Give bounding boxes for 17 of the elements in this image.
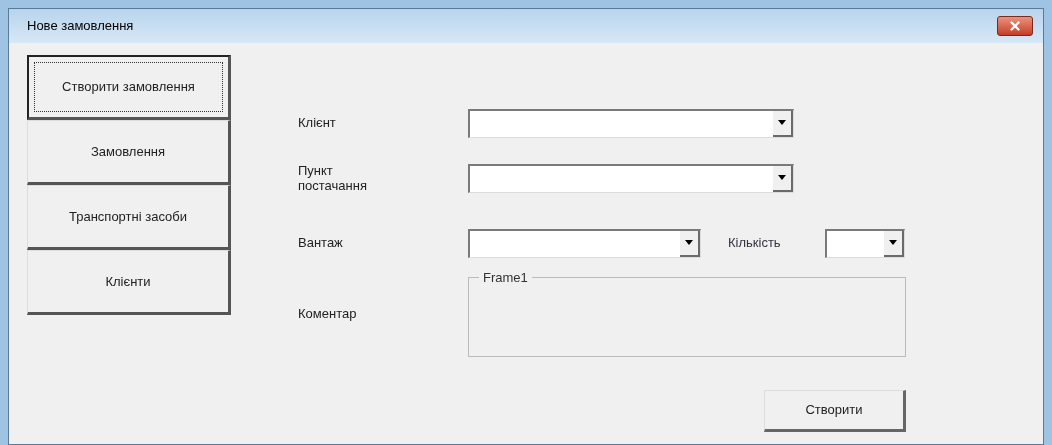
nav-button[interactable]: Транспортні засоби xyxy=(27,185,231,250)
field-label: Кількість xyxy=(728,234,782,253)
field-label: Пункт постачання xyxy=(298,163,368,193)
dropdown-field[interactable] xyxy=(468,108,794,138)
dropdown-field[interactable] xyxy=(468,228,701,258)
nav-button[interactable]: Замовлення xyxy=(27,120,231,185)
close-icon xyxy=(1008,19,1022,33)
nav-button[interactable]: Клієнти xyxy=(27,250,231,315)
field-label: Вантаж xyxy=(298,234,344,253)
dropdown-field[interactable] xyxy=(468,163,794,193)
create-button[interactable]: Створити xyxy=(764,390,906,432)
field-label: Коментар xyxy=(298,305,358,323)
window-title: Нове замовлення xyxy=(27,17,134,36)
dropdown-field[interactable] xyxy=(825,228,905,258)
close-button[interactable] xyxy=(997,16,1033,36)
field-label: Клієнт xyxy=(298,114,337,133)
nav-button[interactable]: Створити замовлення xyxy=(27,55,231,120)
